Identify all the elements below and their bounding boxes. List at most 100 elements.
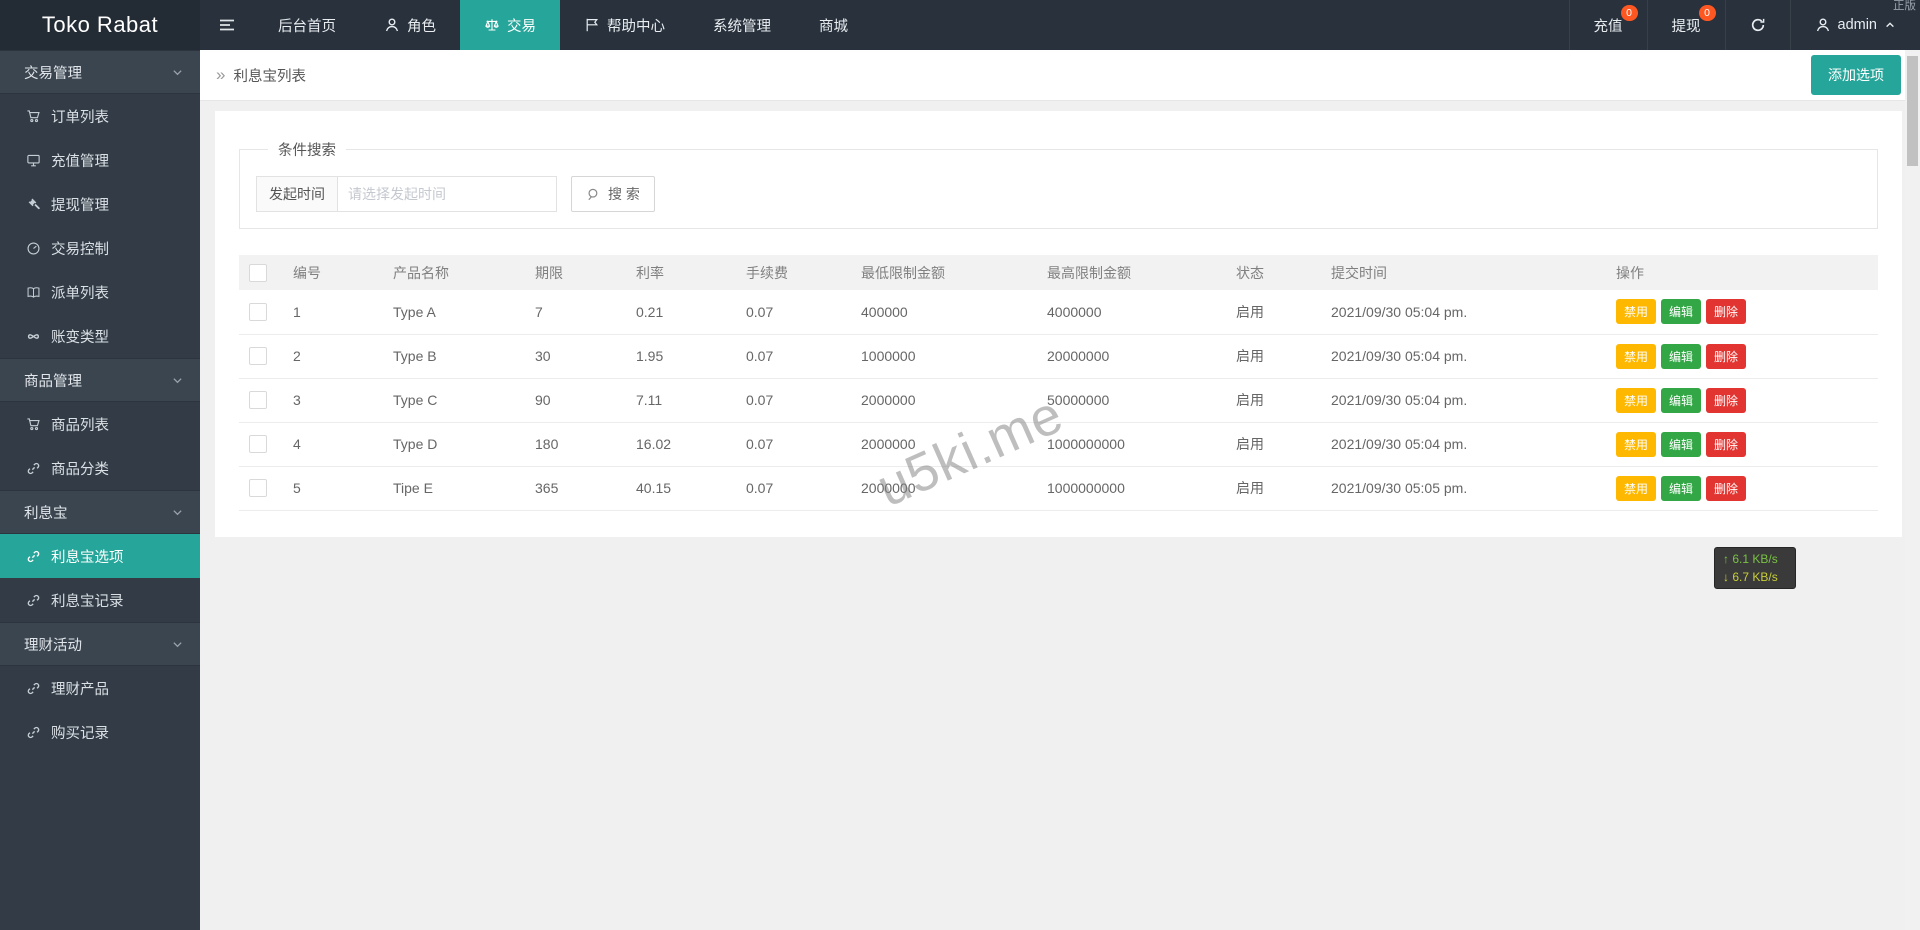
- cell-time: 2021/09/30 05:04 pm.: [1321, 422, 1606, 467]
- chevron-down-icon: [171, 638, 184, 651]
- cell-max: 50000000: [1037, 378, 1226, 423]
- cell-actions: 禁用 编辑 删除: [1606, 378, 1878, 423]
- sidebar-toggle-button[interactable]: [200, 0, 254, 50]
- cell-max: 20000000: [1037, 334, 1226, 379]
- nav-item-1[interactable]: 后台首页: [254, 0, 360, 50]
- sidebar-item-13[interactable]: 利息宝记录: [0, 578, 200, 622]
- start-time-label: 发起时间: [257, 177, 338, 211]
- genuine-watermark: 正版: [1893, 0, 1916, 12]
- cell-time: 2021/09/30 05:04 pm.: [1321, 290, 1606, 335]
- disable-button[interactable]: 禁用: [1616, 299, 1657, 325]
- sidebar: 交易管理 订单列表 充值管理 提现管理 交易控制 派单列表 账变类型 商品管理 商品列表商品分类…: [0, 50, 200, 930]
- withdraw-label: 提现: [1671, 18, 1701, 35]
- sidebar-item-16[interactable]: 购买记录: [0, 710, 200, 754]
- top-nav: 后台首页 角色 交易 帮助中心 系统管理 商城: [254, 0, 872, 50]
- row-checkbox[interactable]: [249, 391, 267, 409]
- cell-status: 启用: [1226, 378, 1321, 423]
- sidebar-section-8[interactable]: 商品管理: [0, 358, 200, 402]
- delete-button[interactable]: 删除: [1706, 343, 1747, 369]
- nav-item-4[interactable]: 帮助中心: [560, 0, 689, 50]
- column-header-7: 最高限制金额: [1037, 255, 1226, 290]
- search-form: 发起时间 搜 索: [256, 176, 1861, 212]
- sidebar-item-12[interactable]: 利息宝选项: [0, 534, 200, 578]
- column-header-1: 编号: [283, 255, 383, 290]
- start-time-input[interactable]: [338, 177, 556, 211]
- sidebar-item-7[interactable]: 账变类型: [0, 314, 200, 358]
- sidebar-section-11[interactable]: 利息宝: [0, 490, 200, 534]
- nav-item-3[interactable]: 交易: [460, 0, 560, 50]
- chevron-down-icon: [171, 66, 184, 79]
- cell-term: 365: [525, 466, 626, 511]
- link-icon: [26, 593, 41, 608]
- cell-id: 1: [283, 290, 383, 335]
- nav-item-5[interactable]: 系统管理: [689, 0, 795, 50]
- page-scrollbar[interactable]: [1905, 50, 1920, 930]
- chevron-down-icon: [171, 374, 184, 387]
- nav-item-2[interactable]: 角色: [360, 0, 460, 50]
- sidebar-item-9[interactable]: 商品列表: [0, 402, 200, 446]
- refresh-button[interactable]: [1724, 0, 1790, 50]
- delete-button[interactable]: 删除: [1706, 387, 1747, 413]
- row-checkbox[interactable]: [249, 479, 267, 497]
- cell-name: Type D: [383, 422, 525, 467]
- content-card: 条件搜索 发起时间 搜 索 编号产品名称期限利率手续费最低限制金额最高限制金额状…: [215, 111, 1902, 537]
- network-speed-widget[interactable]: ↑ 6.1 KB/s ↓ 6.7 KB/s: [1714, 547, 1796, 589]
- edit-button[interactable]: 编辑: [1661, 343, 1702, 369]
- sidebar-section-1[interactable]: 交易管理: [0, 50, 200, 94]
- row-checkbox[interactable]: [249, 302, 267, 321]
- delete-button[interactable]: 删除: [1706, 299, 1747, 325]
- sidebar-section-14[interactable]: 理财活动: [0, 622, 200, 666]
- recharge-label: 充值: [1593, 18, 1623, 35]
- row-checkbox[interactable]: [249, 435, 267, 453]
- sidebar-item-5[interactable]: 交易控制: [0, 226, 200, 270]
- sidebar-item-3[interactable]: 充值管理: [0, 138, 200, 182]
- scrollbar-thumb[interactable]: [1907, 56, 1918, 166]
- search-button[interactable]: 搜 索: [571, 176, 655, 212]
- cell-min: 2000000: [851, 378, 1037, 423]
- sidebar-item-label: 商品分类: [51, 461, 109, 478]
- edit-button[interactable]: 编辑: [1661, 387, 1702, 413]
- nav-item-label: 交易: [507, 18, 536, 35]
- link-icon: [26, 725, 41, 740]
- edit-button[interactable]: 编辑: [1661, 299, 1702, 325]
- cell-rate: 16.02: [626, 422, 736, 467]
- delete-button[interactable]: 删除: [1706, 475, 1747, 501]
- table-header-row: 编号 产品名称 期限 利率 手续费 最低限制金额 最高限制金额 状态 提交时间 操作: [239, 255, 1878, 290]
- gauge-icon: [26, 241, 41, 256]
- sidebar-item-6[interactable]: 派单列表: [0, 270, 200, 314]
- delete-button[interactable]: 删除: [1706, 431, 1747, 457]
- scales-icon: [484, 17, 500, 33]
- disable-button[interactable]: 禁用: [1616, 431, 1657, 457]
- disable-button[interactable]: 禁用: [1616, 343, 1657, 369]
- withdraw-nav-item[interactable]: 提现 0: [1646, 0, 1725, 50]
- sidebar-item-2[interactable]: 订单列表: [0, 94, 200, 138]
- cell-id: 4: [283, 422, 383, 467]
- sidebar-item-15[interactable]: 理财产品: [0, 666, 200, 710]
- link-icon: [26, 681, 41, 696]
- brand-logo[interactable]: Toko Rabat: [0, 0, 200, 50]
- sidebar-item-10[interactable]: 商品分类: [0, 446, 200, 490]
- disable-button[interactable]: 禁用: [1616, 387, 1657, 413]
- add-option-button[interactable]: 添加选项: [1811, 55, 1901, 95]
- row-checkbox[interactable]: [249, 347, 267, 365]
- edit-button[interactable]: 编辑: [1661, 475, 1702, 501]
- nav-item-6[interactable]: 商城: [795, 0, 872, 50]
- cell-min: 2000000: [851, 422, 1037, 467]
- table-row: 5 Tipe E 365 40.15 0.07 2000000 1000000000 启用 20…: [239, 466, 1878, 511]
- cart-icon: [26, 109, 41, 124]
- sidebar-item-4[interactable]: 提现管理: [0, 182, 200, 226]
- recharge-nav-item[interactable]: 充值 0: [1568, 0, 1647, 50]
- cell-max: 1000000000: [1037, 422, 1226, 467]
- chevron-up-icon: [1884, 19, 1896, 31]
- select-all-checkbox[interactable]: [249, 263, 267, 282]
- disable-button[interactable]: 禁用: [1616, 475, 1657, 501]
- top-nav-right: 充值 0 提现 0 admin: [1568, 0, 1920, 50]
- edit-button[interactable]: 编辑: [1661, 431, 1702, 457]
- username: admin: [1837, 17, 1878, 33]
- sidebar-item-label: 利息宝选项: [51, 549, 124, 566]
- table-row: 3 Type C 90 7.11 0.07 2000000 50000000 启用 2021/0…: [239, 378, 1878, 423]
- table-body: 1 Type A 7 0.21 0.07 400000 4000000 启用 2021/09/3…: [239, 290, 1878, 511]
- download-speed: ↓ 6.7 KB/s: [1723, 570, 1778, 584]
- table-row: 2 Type B 30 1.95 0.07 1000000 20000000 启用 2021/0…: [239, 334, 1878, 379]
- cell-id: 2: [283, 334, 383, 379]
